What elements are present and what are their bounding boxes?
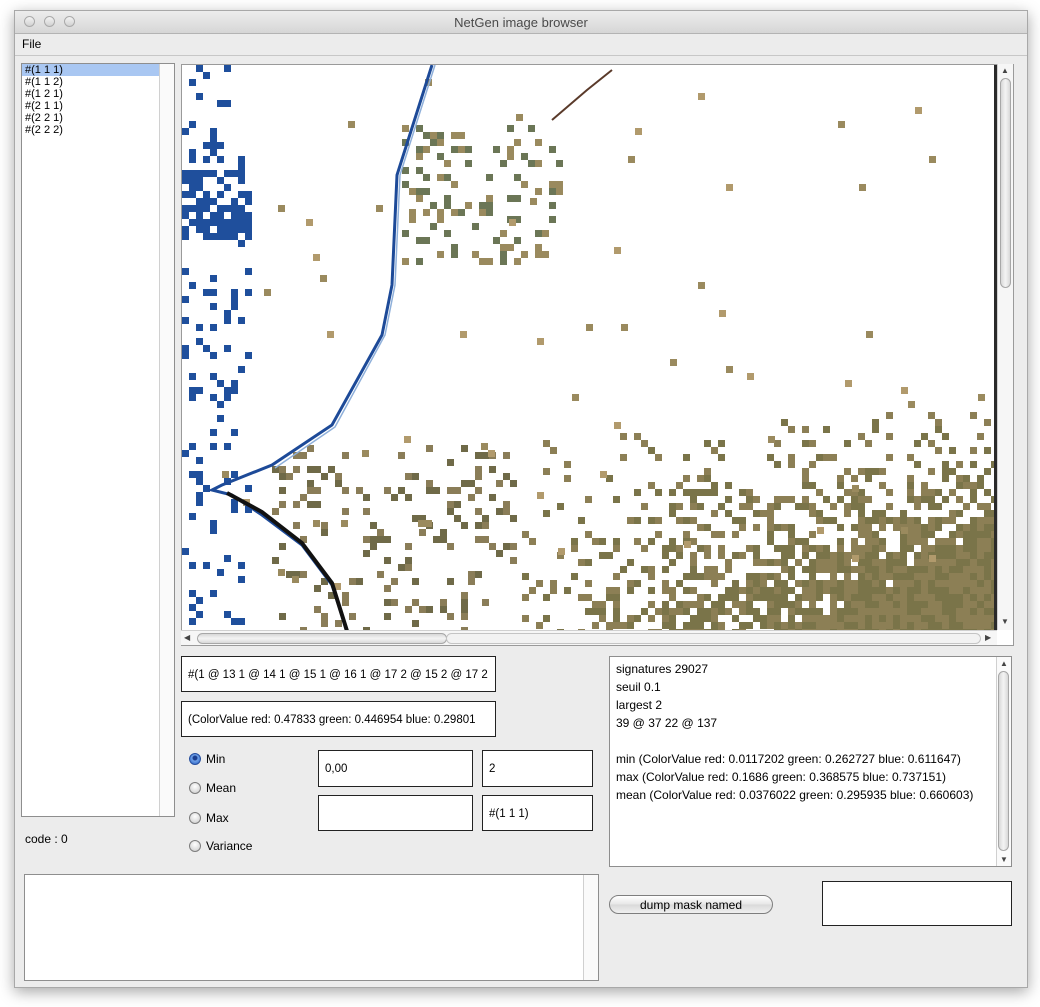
mask-list-item[interactable]: #(2 2 2)	[22, 124, 159, 136]
mask-id-field[interactable]: #(1 1 1)	[482, 795, 593, 831]
title-bar: NetGen image browser	[15, 11, 1027, 34]
image-horizontal-scroll-thumb[interactable]	[197, 633, 447, 644]
statistics-line: seuil 0.1	[616, 680, 661, 694]
scroll-up-arrow-icon[interactable]: ▲	[1001, 66, 1009, 75]
color-value-field[interactable]: (ColorValue red: 0.47833 green: 0.446954…	[181, 701, 496, 737]
mask-list-scrollbar[interactable]	[159, 64, 174, 816]
statistics-panel[interactable]: signatures 29027 seuil 0.1 largest 2 39 @ 3…	[609, 656, 1012, 867]
statistics-line: mean (ColorValue red: 0.0376022 green: 0…	[616, 788, 974, 802]
signature-path-field[interactable]: #(1 @ 13 1 @ 14 1 @ 15 1 @ 16 1 @ 17 2 @…	[181, 656, 496, 692]
radio-mean-label: Mean	[206, 781, 237, 795]
log-scrollbar[interactable]	[583, 875, 598, 980]
mask-list-items: #(1 1 1) #(1 1 2) #(1 2 1) #(2 1 1) #(2 2 1)…	[22, 64, 159, 136]
log-text-area[interactable]	[24, 874, 599, 981]
statistics-line: 39 @ 37 22 @ 137	[616, 716, 718, 730]
mask-list[interactable]: #(1 1 1) #(1 1 2) #(1 2 1) #(2 1 1) #(2 2 1)…	[21, 63, 175, 817]
scroll-down-arrow-icon[interactable]: ▼	[1001, 617, 1009, 626]
status-code: code : 0	[25, 832, 68, 846]
radio-max[interactable]	[189, 812, 201, 824]
image-horizontal-scrollbar[interactable]: ◀ ▶	[181, 630, 997, 645]
statistics-line: largest 2	[616, 698, 663, 712]
image-vertical-scrollbar[interactable]: ▲ ▼	[997, 64, 1013, 630]
empty-input-field[interactable]	[318, 795, 473, 831]
mask-list-item[interactable]: #(2 2 1)	[22, 112, 159, 124]
stats-scroll-thumb[interactable]	[998, 671, 1009, 851]
mask-list-item[interactable]: #(2 1 1)	[22, 100, 159, 112]
radio-variance[interactable]	[189, 840, 201, 852]
mask-list-item[interactable]: #(1 2 1)	[22, 88, 159, 100]
radio-variance-label: Variance	[206, 839, 253, 853]
statistics-line: min (ColorValue red: 0.0117202 green: 0.…	[616, 752, 961, 766]
image-view[interactable]	[181, 64, 1014, 646]
menu-file[interactable]: File	[22, 37, 41, 51]
statistics-lines: signatures 29027 seuil 0.1 largest 2 39 @ 3…	[616, 660, 973, 804]
image-horizontal-scroll-track[interactable]	[446, 633, 981, 644]
dump-mask-name-field[interactable]	[822, 881, 1012, 926]
statistics-line: signatures 29027	[616, 662, 709, 676]
dump-mask-button[interactable]: dump mask named	[609, 895, 773, 914]
largest-field[interactable]: 2	[482, 750, 593, 787]
satellite-image	[182, 65, 997, 631]
mask-list-item[interactable]: #(1 1 1)	[22, 64, 159, 76]
stats-scroll-down-icon[interactable]: ▼	[1000, 855, 1008, 864]
menu-bar: File	[15, 34, 1027, 56]
log-text	[25, 875, 598, 883]
threshold-field[interactable]: 0,00	[318, 750, 473, 787]
statistics-scrollbar[interactable]: ▲ ▼	[996, 657, 1011, 866]
mask-list-item[interactable]: #(1 1 2)	[22, 76, 159, 88]
statistics-line	[616, 732, 973, 750]
image-vertical-scroll-thumb[interactable]	[1000, 78, 1011, 288]
scroll-left-arrow-icon[interactable]: ◀	[184, 633, 190, 642]
radio-max-label: Max	[206, 811, 229, 825]
window-title: NetGen image browser	[454, 15, 588, 30]
radio-mean[interactable]	[189, 782, 201, 794]
radio-min-label: Min	[206, 752, 226, 766]
statistics-line: max (ColorValue red: 0.1686 green: 0.368…	[616, 770, 947, 784]
app-window: NetGen image browser File #(1 1 1) #(1 1 …	[14, 10, 1028, 988]
scroll-right-arrow-icon[interactable]: ▶	[985, 633, 991, 642]
radio-min[interactable]	[189, 753, 201, 765]
stats-scroll-up-icon[interactable]: ▲	[1000, 659, 1008, 668]
